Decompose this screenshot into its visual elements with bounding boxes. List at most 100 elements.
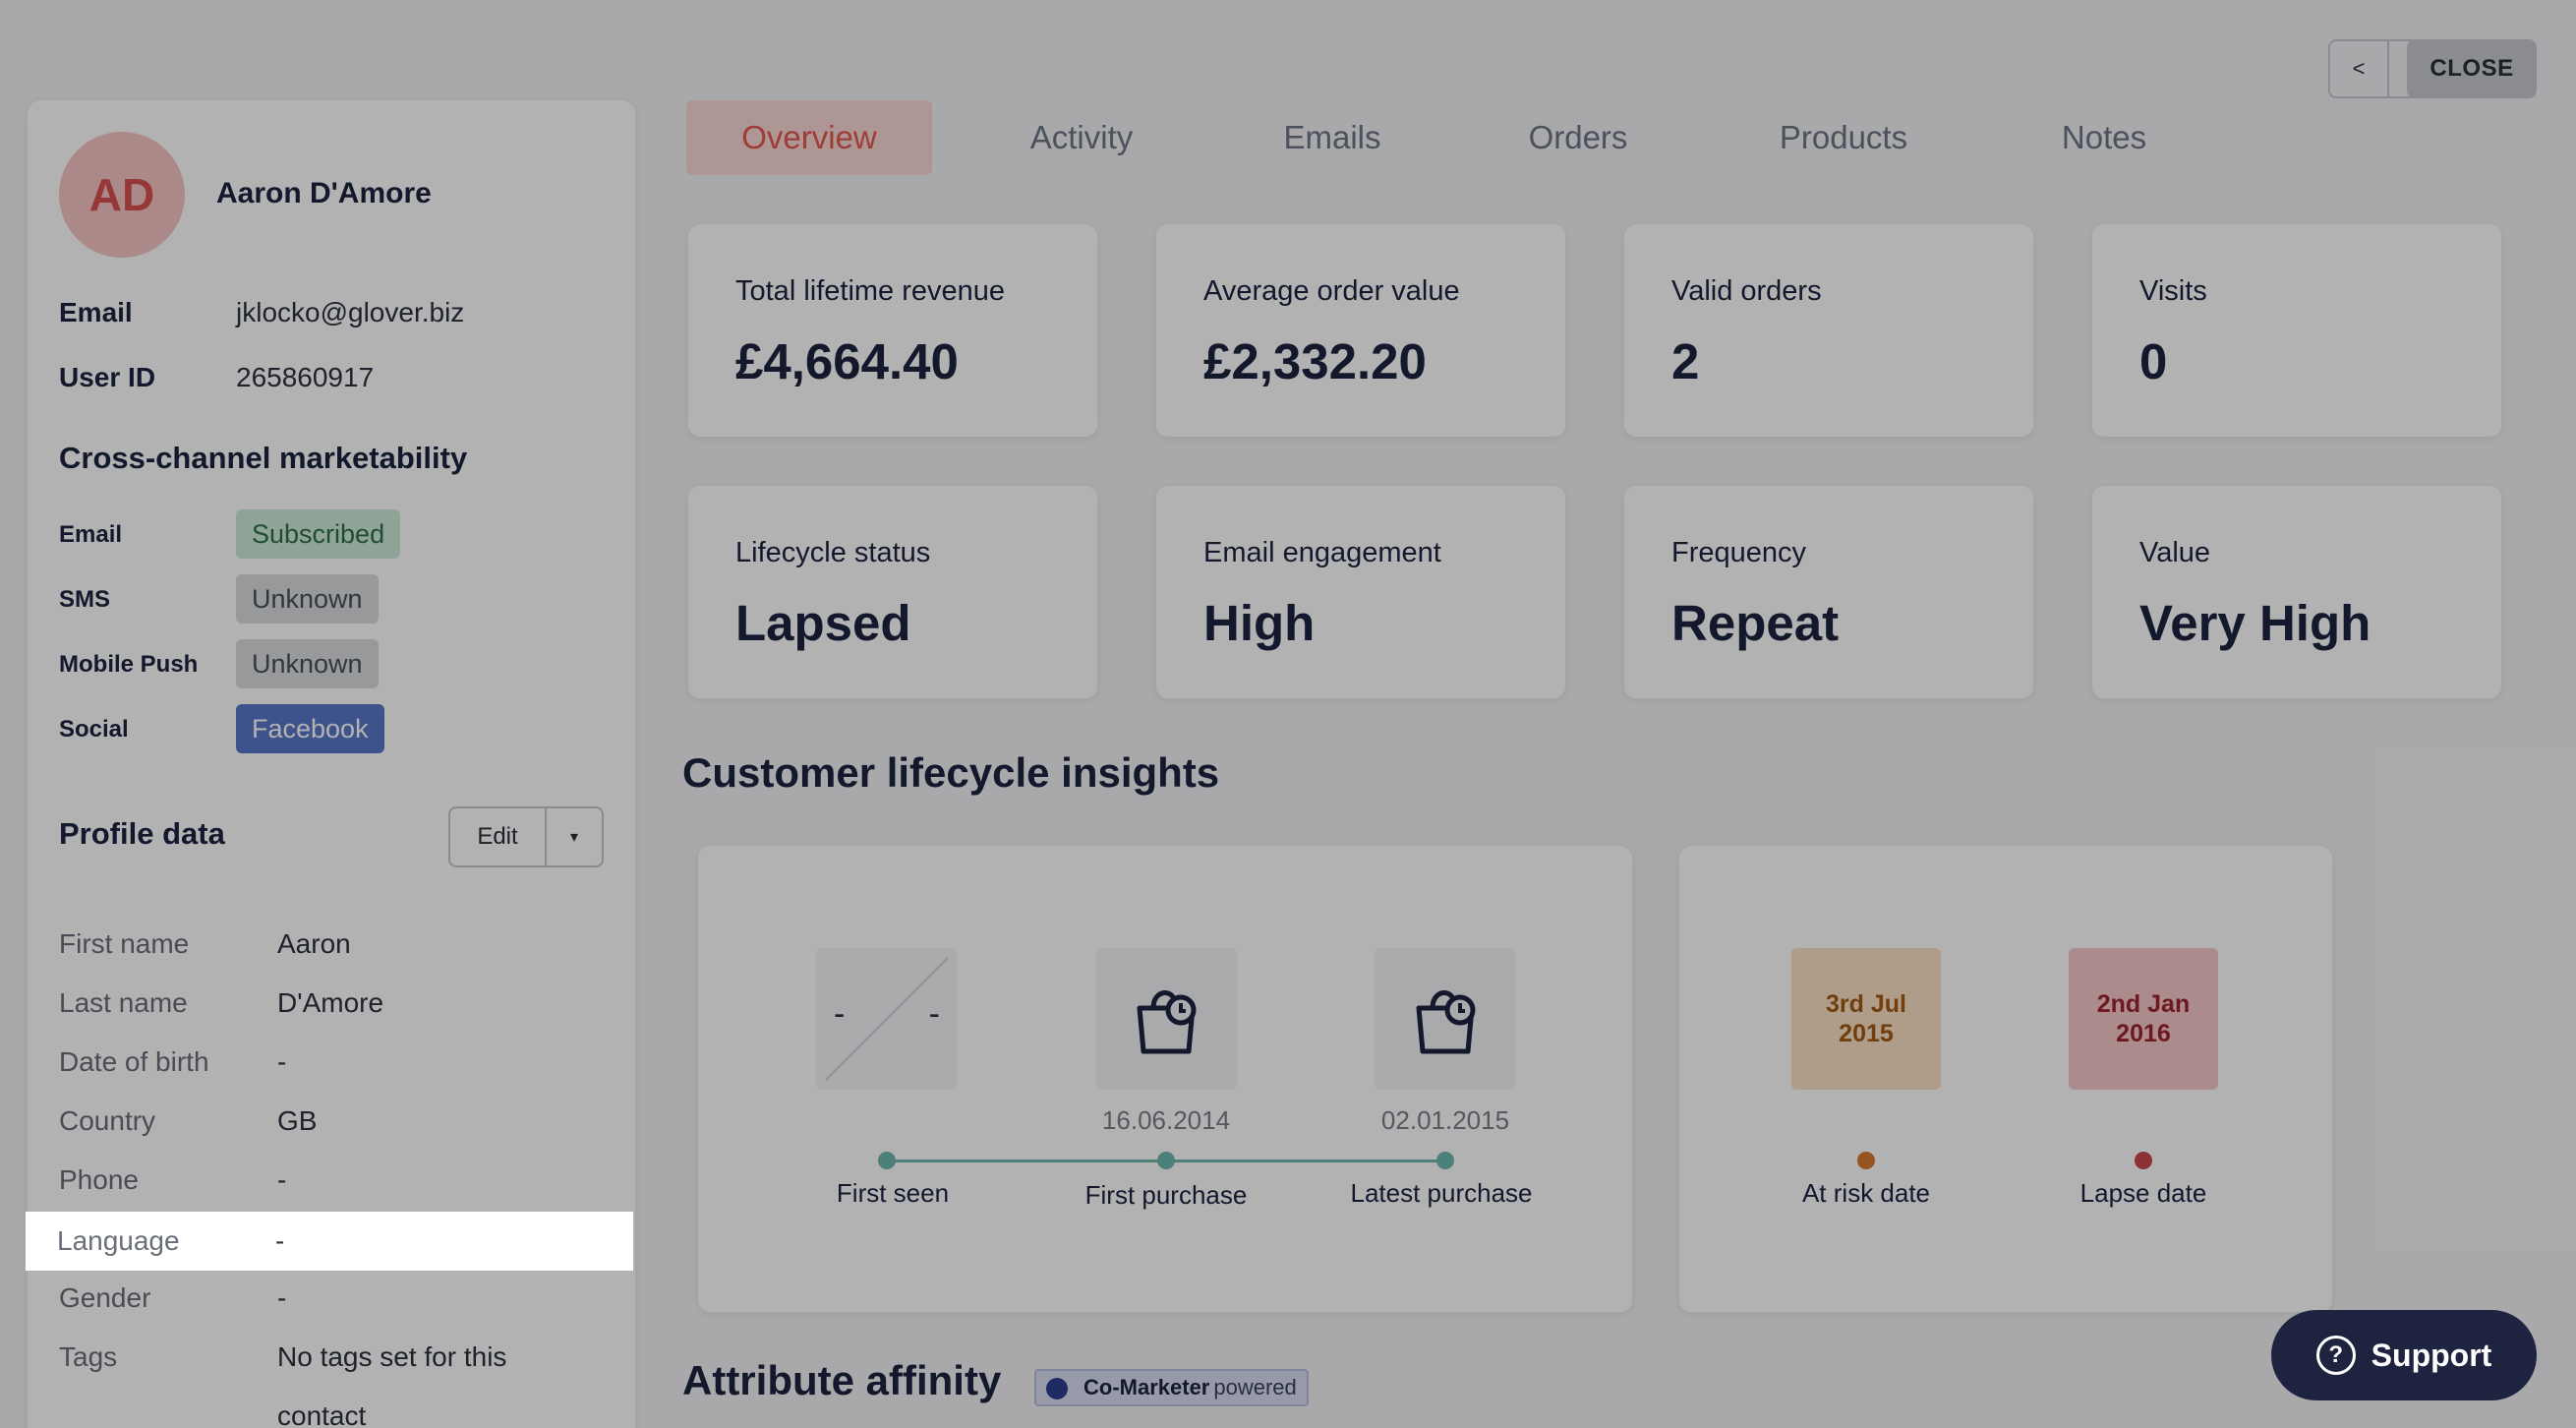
lapse-label: Lapse date [2079,1178,2207,1208]
marketability-title: Cross-channel marketability [59,441,468,475]
channel-label: SMS [59,586,111,613]
chevron-down-icon[interactable]: ▾ [547,806,604,867]
metric-card: Email engagement High [1156,486,1565,698]
field-value: - [277,1164,287,1195]
email-value: jklocko@glover.biz [236,297,465,327]
metric-card: Valid orders 2 [1624,224,2033,437]
latest-purchase-label: Latest purchase [1350,1178,1533,1208]
field-value: - [275,1225,285,1256]
metric-card: Lifecycle status Lapsed [688,486,1097,698]
userid-value: 265860917 [236,362,375,392]
timeline-dot [1436,1152,1454,1169]
first-purchase-date: 16.06.2014 [1101,1105,1231,1135]
profile-field-language[interactable]: Language - [26,1212,633,1271]
field-value: D'Amore [277,987,384,1018]
first-seen-tile: - - [816,948,958,1090]
tab-activity[interactable]: Activity [973,100,1190,175]
badge-brand: Co-Marketer [1083,1375,1210,1399]
metric-value: Lapsed [735,595,911,651]
at-risk-date-tile: 3rd Jul 2015 [1791,948,1941,1090]
field-label: Phone [59,1164,139,1195]
profile-field-phone: Phone - [28,1151,635,1210]
timeline-dot [1157,1152,1175,1169]
metric-label: Frequency [1671,537,1807,568]
prev-button[interactable]: < [2328,39,2389,98]
edit-group: Edit ▾ [448,806,604,867]
metric-card: Value Very High [2092,486,2501,698]
profile-field-country: Country GB [28,1092,635,1151]
first-purchase-label: First purchase [1084,1180,1248,1210]
timeline-dot [878,1152,896,1169]
profile-data-title: Profile data [59,816,225,851]
field-label: Gender [59,1282,151,1313]
field-label: Tags [59,1341,118,1372]
status-badge: Facebook [236,704,384,753]
metric-label: Visits [2139,275,2207,307]
close-button[interactable]: CLOSE [2407,39,2537,98]
profile-field-gender: Gender - [28,1269,635,1328]
status-badge: Unknown [236,639,379,688]
risk-dates-panel: 3rd Jul 2015 2nd Jan 2016 At risk date L… [1679,846,2332,1312]
metric-card: Visits 0 [2092,224,2501,437]
metric-label: Valid orders [1671,275,1822,307]
metric-value: 2 [1671,333,1700,389]
profile-field-tags: Tags No tags set for this contact [28,1328,635,1428]
first-seen-date-right: - [928,995,940,1033]
tab-orders[interactable]: Orders [1475,100,1681,175]
metric-label: Email engagement [1203,537,1441,568]
field-label: First name [59,928,190,959]
metric-label: Total lifetime revenue [735,275,1006,307]
at-risk-label: At risk date [1801,1178,1931,1208]
field-value: - [277,1046,287,1077]
edit-button[interactable]: Edit [448,806,547,867]
status-badge: Unknown [236,574,379,624]
purchase-timeline-panel: - - 16.06.2014 02.01.2015 First seen Fir… [698,846,1632,1312]
first-seen-date-left: - [834,995,846,1033]
latest-purchase-tile [1375,948,1516,1090]
tab-overview[interactable]: Overview [686,100,932,175]
support-button[interactable]: ? Support [2271,1310,2537,1400]
metric-value: Very High [2139,595,2371,651]
shopping-bag-clock-icon [1416,990,1476,1054]
shopping-bag-clock-icon [1137,990,1197,1054]
avatar: AD [59,132,185,258]
email-label: Email [59,297,133,327]
status-badge: Subscribed [236,509,401,559]
metric-card: Average order value £2,332.20 [1156,224,1565,437]
metric-value: Repeat [1671,595,1840,651]
first-purchase-tile [1095,948,1237,1090]
tab-notes[interactable]: Notes [2001,100,2207,175]
at-risk-date-line1: 3rd Jul [1826,990,1906,1018]
badge-suffix: powered [1213,1375,1297,1399]
channel-label: Mobile Push [59,651,199,678]
co-marketer-badge: Co-Marketer powered [1034,1369,1309,1406]
at-risk-date-line2: 2015 [1839,1020,1894,1047]
lifecycle-title: Customer lifecycle insights [682,749,1220,796]
tab-emails[interactable]: Emails [1229,100,1435,175]
tab-products[interactable]: Products [1740,100,1947,175]
latest-purchase-date: 02.01.2015 [1380,1105,1510,1135]
metric-value: 0 [2139,333,2168,389]
field-label: Last name [59,987,188,1018]
metric-label: Value [2139,537,2211,568]
metric-card: Frequency Repeat [1624,486,2033,698]
profile-field-first-name: First name Aaron [28,915,635,974]
metric-label: Lifecycle status [735,537,931,568]
channel-label: Social [59,716,129,743]
metric-value: £2,332.20 [1203,333,1427,389]
lapse-date-line1: 2nd Jan [2096,990,2191,1018]
support-label: Support [2371,1337,2492,1373]
field-label: Language [57,1225,180,1256]
lapse-dot [2135,1152,2152,1169]
help-circle-icon: ? [2315,1336,2356,1375]
field-label: Date of birth [59,1046,209,1077]
field-value: Aaron [277,928,351,959]
channel-label: Email [59,521,123,548]
metric-value: High [1203,595,1316,651]
metric-label: Average order value [1203,275,1460,307]
profile-field-last-name: Last name D'Amore [28,974,635,1033]
userid-label: User ID [59,362,156,392]
metric-value: £4,664.40 [735,333,959,389]
lapse-date-tile: 2nd Jan 2016 [2069,948,2218,1090]
field-label: Country [59,1105,156,1136]
